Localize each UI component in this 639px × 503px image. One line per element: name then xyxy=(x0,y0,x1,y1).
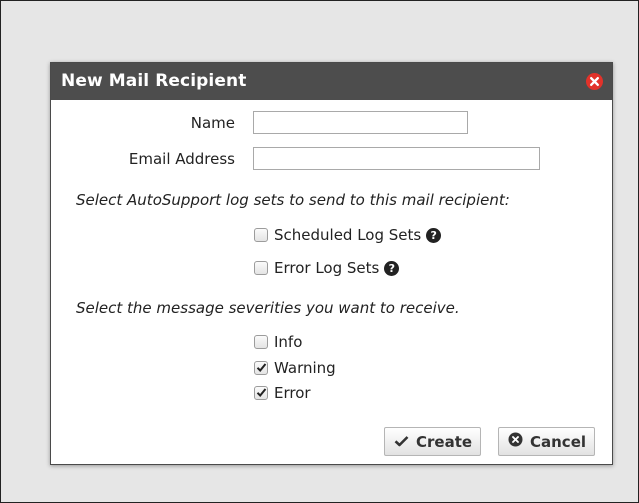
question-circle-icon[interactable]: ? xyxy=(426,227,442,243)
times-circle-icon xyxy=(508,432,523,451)
severity-warning-checkbox[interactable] xyxy=(254,361,268,375)
severity-error-label: Error xyxy=(274,384,311,402)
error-log-sets-label: Error Log Sets xyxy=(274,259,380,277)
email-label: Email Address xyxy=(128,150,235,168)
close-icon[interactable] xyxy=(586,73,603,90)
create-button-label: Create xyxy=(416,432,473,451)
name-input[interactable] xyxy=(253,111,468,134)
name-label: Name xyxy=(190,114,235,132)
check-icon xyxy=(394,433,409,451)
cancel-button[interactable]: Cancel xyxy=(498,427,596,456)
error-log-sets-checkbox[interactable] xyxy=(254,261,268,275)
new-mail-recipient-dialog: New Mail Recipient Name Email Address Se… xyxy=(50,62,613,465)
question-circle-icon[interactable]: ? xyxy=(384,260,400,276)
scheduled-log-sets-label: Scheduled Log Sets xyxy=(274,226,422,244)
screen-backdrop: New Mail Recipient Name Email Address Se… xyxy=(0,0,639,503)
dialog-titlebar: New Mail Recipient xyxy=(51,63,612,100)
severity-info-checkbox[interactable] xyxy=(254,335,268,349)
email-input[interactable] xyxy=(253,147,540,170)
error-log-sets-row: Error Log Sets ? xyxy=(254,259,400,277)
severity-warning-label: Warning xyxy=(274,359,336,377)
severity-error-checkbox[interactable] xyxy=(254,386,268,400)
scheduled-log-sets-row: Scheduled Log Sets ? xyxy=(254,226,442,244)
dialog-title: New Mail Recipient xyxy=(61,71,247,91)
create-button[interactable]: Create xyxy=(384,427,482,456)
severity-info-row: Info xyxy=(254,333,302,351)
severity-warning-row: Warning xyxy=(254,359,336,377)
log-sets-prompt: Select AutoSupport log sets to send to t… xyxy=(76,191,510,209)
cancel-button-label: Cancel xyxy=(530,432,587,451)
severity-error-row: Error xyxy=(254,384,311,402)
scheduled-log-sets-checkbox[interactable] xyxy=(254,228,268,242)
severities-prompt: Select the message severities you want t… xyxy=(76,299,460,317)
severity-info-label: Info xyxy=(274,333,303,351)
